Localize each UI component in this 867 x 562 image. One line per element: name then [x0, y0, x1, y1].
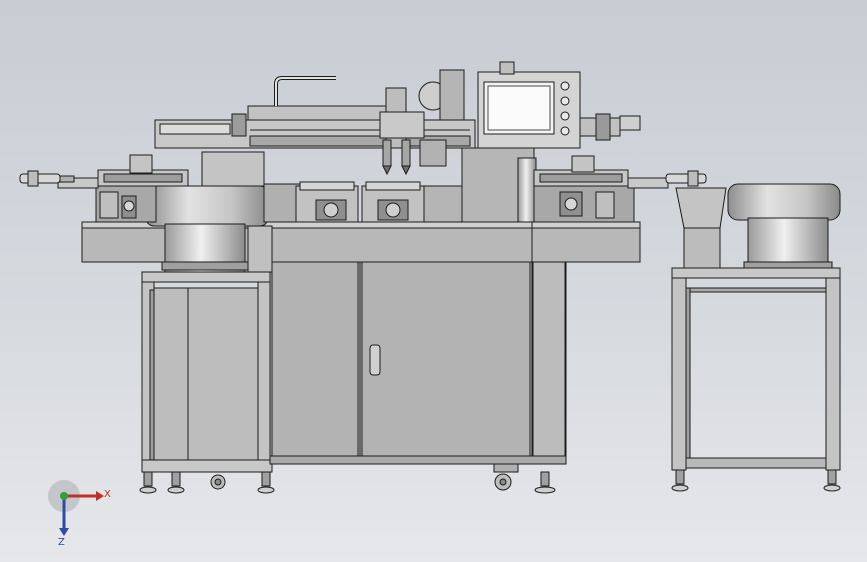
- right-feeder: [671, 183, 841, 471]
- hmi-panel: [477, 61, 641, 149]
- triad-z-label: Z: [58, 537, 65, 548]
- triad-x-label: X: [104, 489, 111, 500]
- right-conveyor-module: [533, 155, 669, 223]
- left-feeder-stand: [141, 271, 273, 473]
- right-air-cylinder: [665, 170, 707, 187]
- machine-model: [19, 61, 841, 494]
- coordinate-triad: X Z: [48, 480, 111, 548]
- center-fixtures: [263, 181, 465, 223]
- main-cabinet: [269, 257, 567, 465]
- cad-viewport[interactable]: X Z: [0, 0, 867, 562]
